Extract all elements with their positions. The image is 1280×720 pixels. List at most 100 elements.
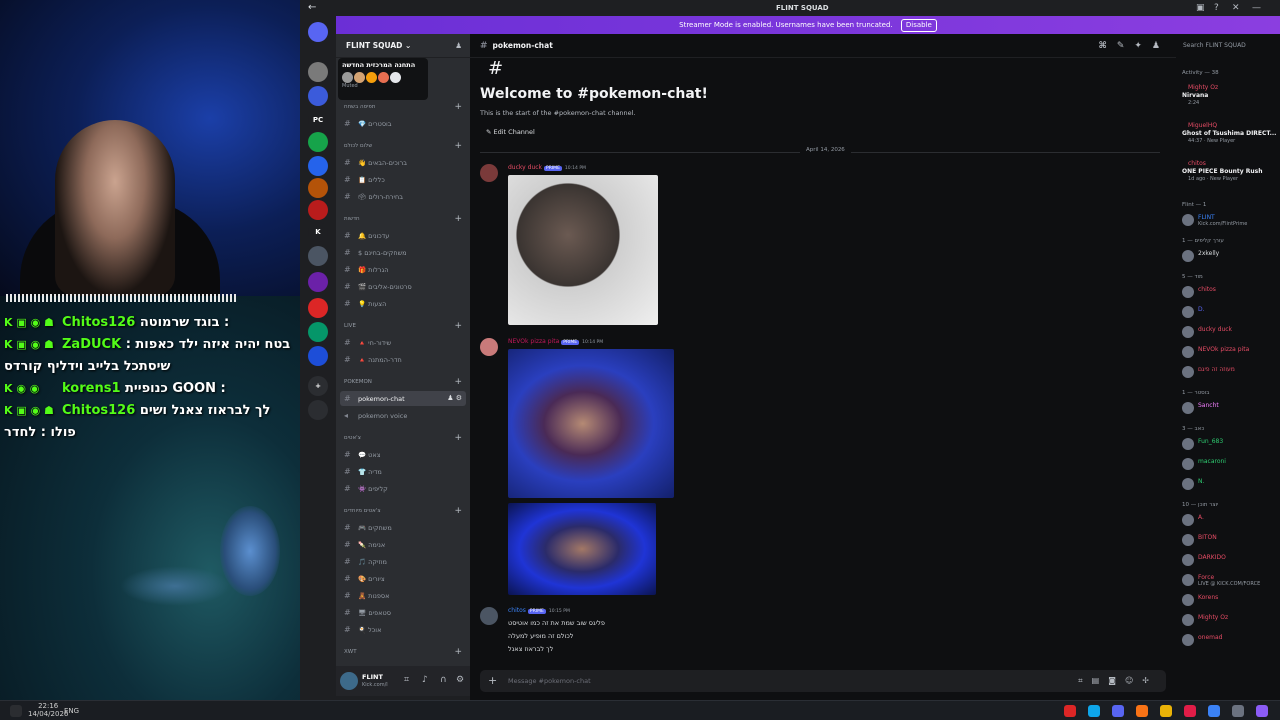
microphone-icon[interactable]: ♪	[422, 675, 428, 685]
member-item[interactable]: ducky duck	[1182, 324, 1280, 342]
create-channel-icon[interactable]: +	[454, 647, 462, 657]
channel-category[interactable]: צ'אטים +	[344, 433, 462, 443]
activity-item[interactable]: chitos ONE PIECE Bounty Rush 1d ago · New …	[1182, 160, 1280, 186]
channel-חדר-המתנה[interactable]: # 🔺 חדר-המתנה	[340, 352, 466, 367]
channel-אנימה[interactable]: # 🍡 אנימה	[340, 537, 466, 552]
search-input[interactable]: Search FLINT SQUAD	[1180, 40, 1276, 52]
help-icon[interactable]: ?	[1214, 3, 1219, 13]
member-item[interactable]: Force LIVE @ KICK.COM/FORCE	[1182, 572, 1280, 590]
channel-משחקים-בחינם[interactable]: # $ משחקים-בחינם	[340, 245, 466, 260]
member-item[interactable]: chitos	[1182, 284, 1280, 302]
server-icon[interactable]	[308, 86, 328, 106]
channel-בוסטרים[interactable]: # 💎 בוסטרים	[340, 116, 466, 131]
channel-עדכונים[interactable]: # 🔔 עדכונים	[340, 228, 466, 243]
headset-icon[interactable]: ∩	[440, 675, 447, 685]
app-icon[interactable]	[1184, 705, 1196, 717]
channel-מוזיקה[interactable]: # 🎵 מוזיקה	[340, 554, 466, 569]
channel-category[interactable]: חדשות +	[344, 214, 462, 224]
channel-הגרלות[interactable]: # 🎁 הגרלות	[340, 262, 466, 277]
server-icon[interactable]: +	[308, 376, 328, 396]
member-item[interactable]: NEVOk pizza pita	[1182, 344, 1280, 362]
activity-item[interactable]: Mighty Oz Nirvana 2:24	[1182, 84, 1280, 110]
server-icon[interactable]	[308, 22, 328, 42]
channel-ציורים[interactable]: # 🎨 ציורים	[340, 571, 466, 586]
member-item[interactable]: A.	[1182, 512, 1280, 530]
server-icon[interactable]	[308, 62, 328, 82]
member-item[interactable]: Korens	[1182, 592, 1280, 610]
member-item[interactable]: BITON	[1182, 532, 1280, 550]
threads-icon[interactable]: ⌘	[1098, 41, 1116, 51]
pin-icon[interactable]: ✦	[1134, 41, 1152, 51]
discord-icon[interactable]	[1112, 705, 1124, 717]
server-icon[interactable]	[308, 298, 328, 318]
member-item[interactable]: Fun_683	[1182, 436, 1280, 454]
disable-button[interactable]: Disable	[900, 19, 937, 32]
channel-אספנות[interactable]: # 🧸 אספנות	[340, 588, 466, 603]
minimize-icon[interactable]: —	[1252, 3, 1261, 13]
server-icon[interactable]	[308, 346, 328, 366]
gear-icon[interactable]: ⚙	[456, 675, 464, 685]
server-icon[interactable]	[308, 156, 328, 176]
message-image[interactable]	[508, 349, 674, 498]
channel-צאט[interactable]: # 💬 צאט	[340, 447, 466, 462]
folder-icon[interactable]	[1160, 705, 1172, 717]
channel-category[interactable]: POKEMON +	[344, 377, 462, 387]
member-item[interactable]: מעוזה זה פיגם	[1182, 364, 1280, 382]
apps-icon[interactable]: ✢	[1142, 676, 1158, 685]
member-item[interactable]: Sancht	[1182, 400, 1280, 418]
add-attachment-icon[interactable]: +	[488, 670, 497, 692]
message-image[interactable]	[508, 175, 658, 325]
firefox-icon[interactable]	[1136, 705, 1148, 717]
server-icon[interactable]	[308, 178, 328, 198]
channel-settings-icon[interactable]: ♟ ⚙	[447, 391, 462, 406]
channel-אוכל[interactable]: # 🍳 אוכל	[340, 622, 466, 637]
channel-category[interactable]: LIVE +	[344, 321, 462, 331]
controller-icon[interactable]: ⌗	[404, 675, 409, 685]
app-icon[interactable]	[1256, 705, 1268, 717]
create-channel-icon[interactable]: +	[454, 377, 462, 387]
server-icon[interactable]: K	[308, 222, 328, 242]
avatar[interactable]	[480, 338, 498, 356]
channel-סרטונים-אליבים[interactable]: # 🎬 סרטונים-אליבים	[340, 279, 466, 294]
avatar[interactable]	[340, 672, 358, 690]
channel-בחירת-רולים[interactable]: # 🗳 בחירת-רולים	[340, 189, 466, 204]
channel-pokemon voice[interactable]: ◂ pokemon voice	[340, 408, 466, 423]
server-icon[interactable]	[308, 272, 328, 292]
server-icon[interactable]	[308, 200, 328, 220]
channel-הצעות[interactable]: # 💡 הצעות	[340, 296, 466, 311]
server-icon[interactable]	[308, 132, 328, 152]
member-item[interactable]: FLINT Kick.com/FlintPrime	[1182, 212, 1280, 230]
settings-icon[interactable]: ✕	[1232, 3, 1240, 13]
member-item[interactable]: Mighty Oz	[1182, 612, 1280, 630]
inbox-icon[interactable]: ▣	[1196, 3, 1205, 13]
emoji-icon[interactable]: ☺	[1125, 676, 1142, 685]
channel-category[interactable]: צ'אטים מיוחדים +	[344, 506, 462, 516]
gif-icon[interactable]: ▤	[1092, 676, 1109, 685]
voice-panel[interactable]: התחנה המרכזית החדשה Muted	[338, 58, 428, 100]
message-image[interactable]	[508, 503, 656, 595]
channel-category[interactable]: תפיסה בשחח +	[344, 102, 462, 112]
channel-קליפים[interactable]: # 👾 קליפים	[340, 481, 466, 496]
youtube-icon[interactable]	[1064, 705, 1076, 717]
channel-משחקים[interactable]: # 🎮 משחקים	[340, 520, 466, 535]
gift-icon[interactable]: ⌗	[1078, 676, 1092, 685]
telegram-icon[interactable]	[1088, 705, 1100, 717]
channel-category[interactable]: XWT +	[344, 647, 462, 657]
channel-שידור-חי[interactable]: # 🔺 שידור-חי	[340, 335, 466, 350]
member-item[interactable]: onemad	[1182, 632, 1280, 650]
create-channel-icon[interactable]: +	[454, 214, 462, 224]
server-icon[interactable]	[308, 400, 328, 420]
channel-כללים[interactable]: # 📋 כללים	[340, 172, 466, 187]
channel-מדיה[interactable]: # 👕 מדיה	[340, 464, 466, 479]
member-item[interactable]: D.	[1182, 304, 1280, 322]
members-icon[interactable]: ♟	[1152, 41, 1170, 51]
sticker-icon[interactable]: ◙	[1108, 676, 1125, 685]
windows-icon[interactable]	[10, 705, 22, 717]
create-channel-icon[interactable]: +	[454, 321, 462, 331]
server-header[interactable]: FLINT SQUAD ⌄ ♟	[336, 34, 470, 58]
create-channel-icon[interactable]: +	[454, 506, 462, 516]
server-icon[interactable]	[308, 246, 328, 266]
create-channel-icon[interactable]: +	[454, 102, 462, 112]
create-channel-icon[interactable]: +	[454, 433, 462, 443]
member-item[interactable]: 2xkelly	[1182, 248, 1280, 266]
